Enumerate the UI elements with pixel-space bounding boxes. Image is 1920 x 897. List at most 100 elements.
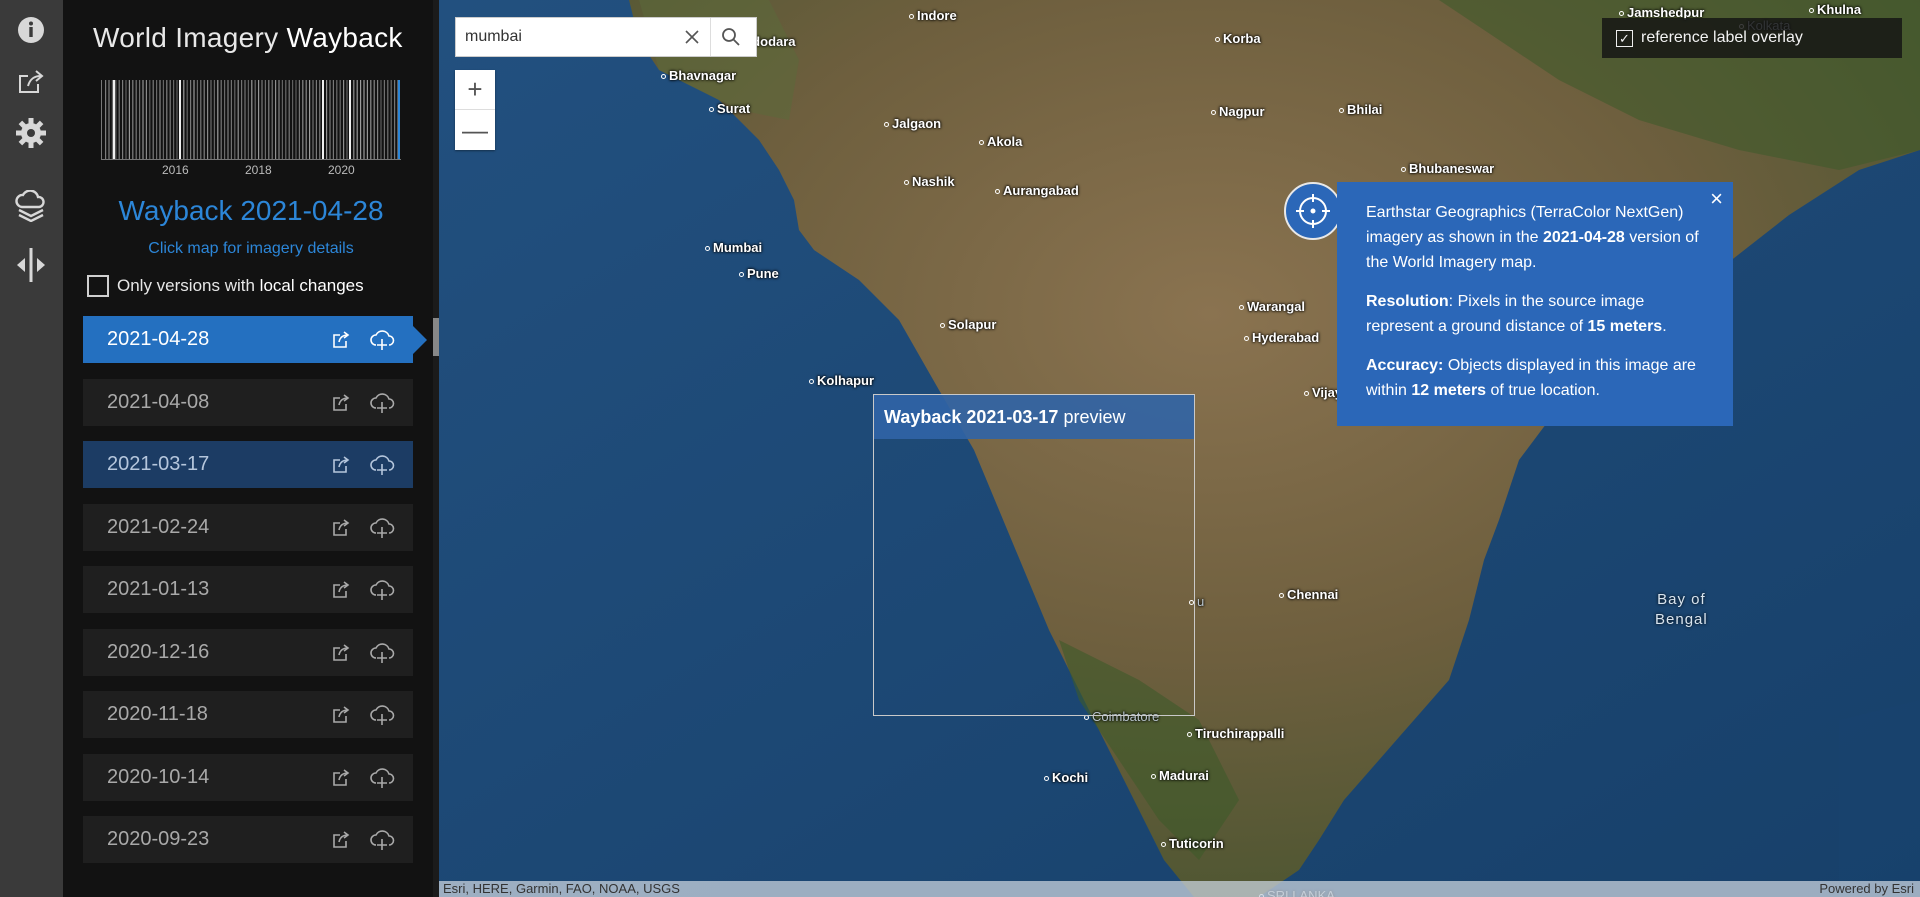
timeline-highlight-mark[interactable] xyxy=(349,80,351,160)
cloud-download-icon[interactable] xyxy=(368,639,396,667)
timeline-release-mark[interactable] xyxy=(326,80,328,160)
timeline-release-mark[interactable] xyxy=(186,80,188,160)
reference-label-toggle[interactable]: ✓ reference label overlay xyxy=(1602,18,1902,58)
share-icon[interactable] xyxy=(327,326,355,354)
timeline-release-mark[interactable] xyxy=(356,80,358,160)
timeline-release-mark[interactable] xyxy=(268,80,270,160)
timeline-release-mark[interactable] xyxy=(111,80,113,160)
release-timeline[interactable] xyxy=(101,80,401,160)
timeline-release-mark[interactable] xyxy=(162,80,164,160)
timeline-release-mark[interactable] xyxy=(343,80,345,160)
timeline-release-mark[interactable] xyxy=(383,80,385,160)
timeline-release-mark[interactable] xyxy=(254,80,256,160)
close-icon[interactable]: × xyxy=(1710,186,1723,211)
release-item[interactable]: 2021-04-08 xyxy=(83,378,413,426)
timeline-release-mark[interactable] xyxy=(132,80,134,160)
timeline-release-mark[interactable] xyxy=(332,80,334,160)
timeline-release-mark[interactable] xyxy=(346,80,348,160)
cloud-download-icon[interactable] xyxy=(368,701,396,729)
timeline-release-mark[interactable] xyxy=(285,80,287,160)
timeline-release-mark[interactable] xyxy=(217,80,219,160)
release-item[interactable]: 2021-02-24 xyxy=(83,503,413,551)
cloud-download-icon[interactable] xyxy=(368,451,396,479)
share-icon[interactable] xyxy=(327,514,355,542)
timeline-release-mark[interactable] xyxy=(315,80,317,160)
timeline-release-mark[interactable] xyxy=(234,80,236,160)
timeline-release-mark[interactable] xyxy=(247,80,249,160)
timeline-release-mark[interactable] xyxy=(281,80,283,160)
timeline-release-mark[interactable] xyxy=(298,80,300,160)
timeline-release-mark[interactable] xyxy=(390,80,392,160)
release-item[interactable]: 2020-09-23 xyxy=(83,816,413,863)
share-icon[interactable] xyxy=(327,826,355,854)
timeline-release-mark[interactable] xyxy=(264,80,266,160)
timeline-release-mark[interactable] xyxy=(244,80,246,160)
timeline-release-mark[interactable] xyxy=(241,80,243,160)
timeline-release-mark[interactable] xyxy=(224,80,226,160)
release-item[interactable]: 2021-04-28 xyxy=(83,316,427,363)
clear-icon[interactable] xyxy=(674,18,710,56)
timeline-release-mark[interactable] xyxy=(166,80,168,160)
timeline-release-mark[interactable] xyxy=(227,80,229,160)
share-icon[interactable] xyxy=(327,701,355,729)
timeline-release-mark[interactable] xyxy=(275,80,277,160)
release-item[interactable]: 2020-12-16 xyxy=(83,628,413,676)
timeline-release-mark[interactable] xyxy=(108,80,110,160)
timeline-release-mark[interactable] xyxy=(210,80,212,160)
timeline-release-mark[interactable] xyxy=(183,80,185,160)
timeline-highlight-mark[interactable] xyxy=(113,80,115,160)
release-item[interactable]: 2021-01-13 xyxy=(83,566,413,613)
cloud-download-icon[interactable] xyxy=(368,514,396,542)
timeline-release-mark[interactable] xyxy=(169,80,171,160)
timeline-release-mark[interactable] xyxy=(377,80,379,160)
cloud-download-icon[interactable] xyxy=(368,826,396,854)
timeline-release-mark[interactable] xyxy=(152,80,154,160)
timeline-release-mark[interactable] xyxy=(271,80,273,160)
timeline-release-mark[interactable] xyxy=(193,80,195,160)
timeline-release-mark[interactable] xyxy=(258,80,260,160)
zoom-out-button[interactable]: — xyxy=(455,110,495,150)
timeline-release-mark[interactable] xyxy=(339,80,341,160)
gear-icon[interactable] xyxy=(11,113,51,153)
timeline-release-mark[interactable] xyxy=(125,80,127,160)
timeline-release-mark[interactable] xyxy=(278,80,280,160)
timeline-release-mark[interactable] xyxy=(373,80,375,160)
timeline-release-mark[interactable] xyxy=(387,80,389,160)
cloud-download-icon[interactable] xyxy=(368,326,396,354)
timeline-release-mark[interactable] xyxy=(309,80,311,160)
timeline-highlight-mark[interactable] xyxy=(322,80,324,160)
share-icon[interactable] xyxy=(327,639,355,667)
timeline-release-mark[interactable] xyxy=(394,80,396,160)
timeline-release-mark[interactable] xyxy=(149,80,151,160)
timeline-release-mark[interactable] xyxy=(156,80,158,160)
share-icon[interactable] xyxy=(327,451,355,479)
timeline-release-mark[interactable] xyxy=(220,80,222,160)
timeline-release-mark[interactable] xyxy=(288,80,290,160)
timeline-release-mark[interactable] xyxy=(295,80,297,160)
timeline-release-mark[interactable] xyxy=(329,80,331,160)
timeline-release-mark[interactable] xyxy=(370,80,372,160)
timeline-release-mark[interactable] xyxy=(176,80,178,160)
timeline-release-mark[interactable] xyxy=(363,80,365,160)
timeline-release-mark[interactable] xyxy=(261,80,263,160)
share-icon[interactable] xyxy=(327,576,355,604)
cloud-download-icon[interactable] xyxy=(368,764,396,792)
zoom-in-button[interactable]: + xyxy=(455,70,495,110)
timeline-release-mark[interactable] xyxy=(213,80,215,160)
release-item[interactable]: 2020-11-18 xyxy=(83,691,413,738)
timeline-release-mark[interactable] xyxy=(251,80,253,160)
timeline-release-mark[interactable] xyxy=(118,80,120,160)
timeline-release-mark[interactable] xyxy=(135,80,137,160)
cloud-download-icon[interactable] xyxy=(368,576,396,604)
timeline-release-mark[interactable] xyxy=(292,80,294,160)
timeline-release-mark[interactable] xyxy=(203,80,205,160)
search-icon[interactable] xyxy=(710,18,750,56)
share-icon[interactable] xyxy=(327,389,355,417)
cloud-layers-icon[interactable] xyxy=(11,186,51,226)
timeline-release-mark[interactable] xyxy=(139,80,141,160)
local-changes-checkbox[interactable] xyxy=(87,275,109,297)
timeline-release-mark[interactable] xyxy=(380,80,382,160)
timeline-release-mark[interactable] xyxy=(122,80,124,160)
timeline-release-mark[interactable] xyxy=(200,80,202,160)
cloud-download-icon[interactable] xyxy=(368,389,396,417)
